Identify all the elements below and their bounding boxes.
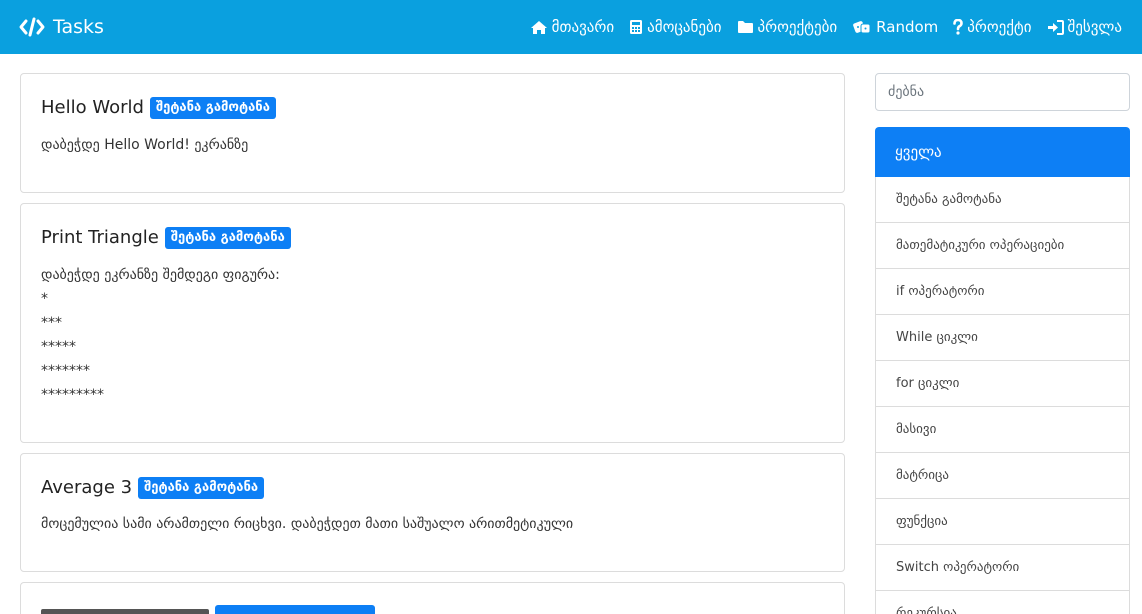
- task-card-partial[interactable]: [20, 582, 845, 614]
- nav-login[interactable]: შესვლა: [1047, 18, 1123, 36]
- category-item[interactable]: if ოპერატორი: [875, 269, 1130, 315]
- nav-tasks[interactable]: ამოცანები: [629, 18, 722, 36]
- category-list: ყველა შეტანა გამოტანა მათემატიკური ოპერა…: [875, 127, 1130, 614]
- category-item[interactable]: მასივი: [875, 407, 1130, 453]
- search-input[interactable]: [875, 73, 1130, 111]
- task-header: Hello World შეტანა გამოტანა: [41, 97, 276, 119]
- task-title[interactable]: Hello World: [41, 97, 144, 118]
- nav-home-label: მთავარი: [551, 18, 615, 36]
- nav-random-label: Random: [876, 18, 939, 36]
- task-description: დაბეჭდე ეკრანზე შემდეგი ფიგურა: * *** **…: [41, 267, 280, 403]
- category-item[interactable]: While ციკლი: [875, 315, 1130, 361]
- category-item[interactable]: მატრიცა: [875, 453, 1130, 499]
- nav-tasks-label: ამოცანები: [647, 18, 722, 36]
- category-item[interactable]: ფუნქცია: [875, 499, 1130, 545]
- nav-project[interactable]: პროექტი: [953, 18, 1032, 36]
- nav-projects-label: პროექტები: [757, 18, 838, 36]
- brand-link[interactable]: Tasks: [19, 0, 104, 54]
- nav-login-label: შესვლა: [1067, 18, 1123, 36]
- task-card[interactable]: Print Triangle შეტანა გამოტანა დაბეჭდე ე…: [20, 203, 845, 443]
- nav-home[interactable]: მთავარი: [530, 18, 614, 36]
- task-title[interactable]: Average 3: [41, 477, 132, 498]
- category-badge[interactable]: შეტანა გამოტანა: [164, 227, 291, 249]
- task-description: დაბეჭდე Hello World! ეკრანზე: [41, 137, 249, 153]
- task-description: მოცემულია სამი არამთელი რიცხვი. დაბეჭდეთ…: [41, 516, 574, 532]
- calculator-icon: [630, 20, 643, 34]
- brand-label: Tasks: [53, 16, 104, 38]
- question-icon: [953, 19, 964, 35]
- category-item[interactable]: for ციკლი: [875, 361, 1130, 407]
- category-item[interactable]: Switch ოპერატორი: [875, 545, 1130, 591]
- nav-projects[interactable]: პროექტები: [737, 18, 838, 36]
- category-item-all[interactable]: ყველა: [875, 127, 1130, 177]
- task-card[interactable]: Average 3 შეტანა გამოტანა მოცემულია სამი…: [20, 453, 845, 572]
- category-badge[interactable]: შეტანა გამოტანა: [149, 97, 276, 119]
- category-item[interactable]: შეტანა გამოტანა: [875, 177, 1130, 223]
- top-navbar: Tasks მთავარი ამოცანები პროექტები Random…: [0, 0, 1142, 54]
- nav-menu: მთავარი ამოცანები პროექტები Random პროექ…: [530, 0, 1122, 54]
- category-item[interactable]: რეკურსია: [875, 591, 1130, 614]
- code-icon: [19, 17, 45, 37]
- nav-random[interactable]: Random: [852, 18, 938, 36]
- nav-project-label: პროექტი: [967, 18, 1032, 36]
- task-title[interactable]: [41, 609, 209, 614]
- task-header: [41, 605, 375, 614]
- home-icon: [530, 20, 547, 34]
- task-title[interactable]: Print Triangle: [41, 227, 159, 248]
- sign-in-icon: [1047, 19, 1064, 35]
- category-item[interactable]: მათემატიკური ოპერაციები: [875, 223, 1130, 269]
- task-card[interactable]: Hello World შეტანა გამოტანა დაბეჭდე Hell…: [20, 73, 845, 193]
- category-badge[interactable]: შეტანა გამოტანა: [138, 477, 265, 499]
- folder-icon: [737, 21, 753, 33]
- dice-icon: [853, 21, 871, 34]
- task-header: Average 3 შეტანა გამოტანა: [41, 477, 265, 499]
- category-badge[interactable]: [215, 605, 375, 614]
- task-header: Print Triangle შეტანა გამოტანა: [41, 227, 291, 249]
